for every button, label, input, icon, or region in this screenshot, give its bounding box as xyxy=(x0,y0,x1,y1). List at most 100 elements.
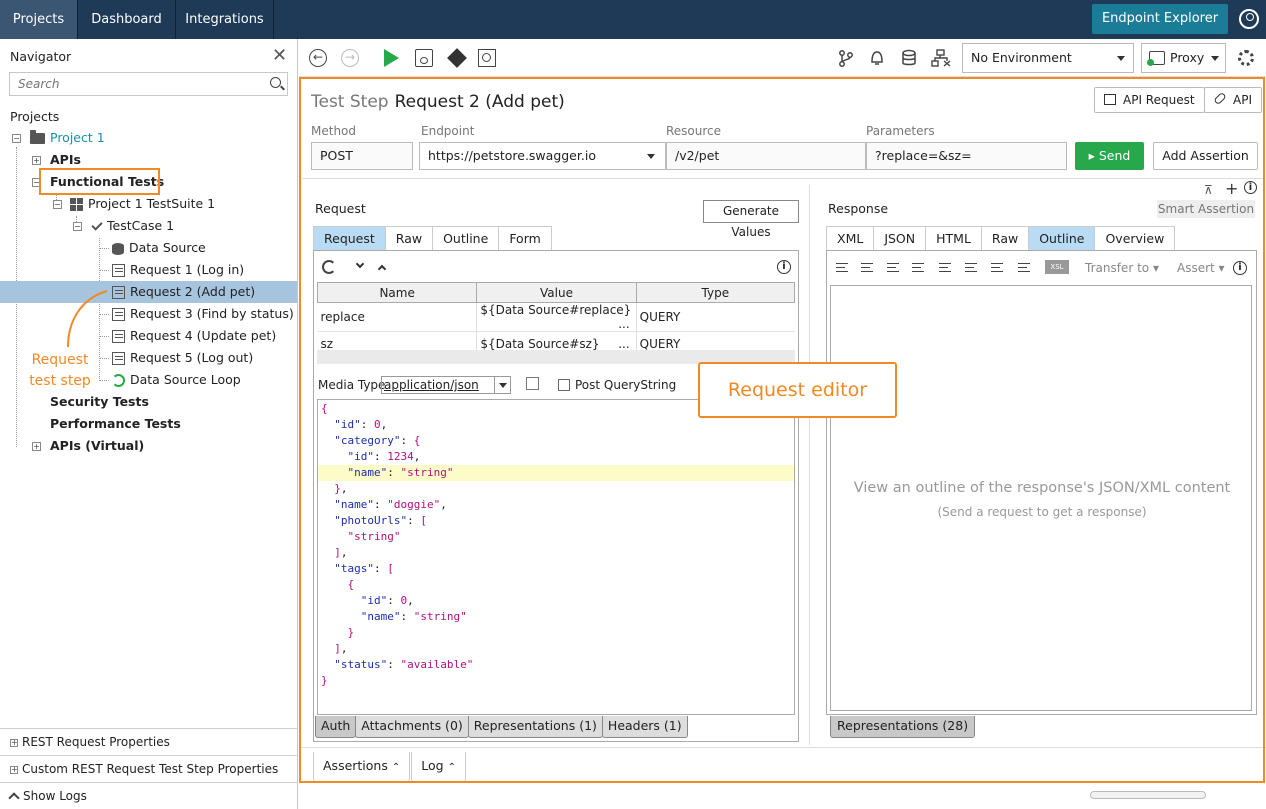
tree-item-request-1[interactable]: Request 1 (Log in) xyxy=(112,259,244,281)
tree-item-data-source-loop[interactable]: Data Source Loop xyxy=(112,369,241,391)
user-circle-icon[interactable] xyxy=(1239,9,1259,29)
tab-attachments[interactable]: Attachments (0) xyxy=(355,716,469,738)
generate-values-button[interactable]: Generate Values xyxy=(703,200,799,239)
api-button[interactable]: API xyxy=(1204,87,1262,113)
tab-outline[interactable]: Outline xyxy=(432,226,500,251)
diamond-icon[interactable] xyxy=(447,48,467,68)
tab-form[interactable]: Form xyxy=(498,226,552,251)
horizontal-scrollbar[interactable] xyxy=(1090,791,1206,799)
expand-apis-virtual-toggle[interactable]: + xyxy=(32,442,41,451)
media-type-select[interactable]: application/json xyxy=(381,376,511,394)
endpoint-explorer-button[interactable]: Endpoint Explorer xyxy=(1092,4,1228,34)
tab-raw[interactable]: Raw xyxy=(980,226,1030,251)
rest-request-properties-toggle[interactable]: + REST Request Properties xyxy=(0,728,298,754)
response-tabs: XML JSON HTML Raw Outline Overview xyxy=(826,226,1176,251)
expand-icon: + xyxy=(10,737,18,747)
smart-assertion-button[interactable]: Smart Assertion xyxy=(1157,200,1255,218)
post-querystring-checkbox[interactable] xyxy=(558,379,570,391)
align-right-icon[interactable] xyxy=(887,263,899,273)
param-type[interactable]: QUERY xyxy=(635,302,795,332)
request-body-editor[interactable]: { "id": 0, "category": { "id": 1234, "na… xyxy=(317,399,795,715)
indent-up-icon[interactable] xyxy=(965,263,977,273)
expand-all-icon[interactable] xyxy=(1018,263,1030,273)
forward-icon[interactable]: → xyxy=(341,49,359,67)
bell-icon[interactable] xyxy=(868,49,886,67)
tree-item-security-tests[interactable]: Security Tests xyxy=(50,391,149,413)
filter-icon[interactable]: ⊼ xyxy=(1204,183,1213,197)
collapse-testsuite-toggle[interactable]: − xyxy=(53,200,62,209)
resource-field[interactable]: /v2/pet xyxy=(666,142,866,170)
expand-apis-toggle[interactable]: + xyxy=(32,156,41,165)
indent-down-icon[interactable] xyxy=(939,263,951,273)
branch-icon[interactable] xyxy=(837,49,855,67)
tab-log[interactable]: Log ⌃ xyxy=(411,752,466,782)
tree-item-apis-virtual[interactable]: APIs (Virtual) xyxy=(50,435,144,457)
tree-item-testcase[interactable]: TestCase 1 xyxy=(91,215,174,237)
tab-representations[interactable]: Representations (1) xyxy=(467,716,603,738)
database-icon[interactable] xyxy=(900,49,918,67)
search-input[interactable] xyxy=(10,73,250,95)
tree-item-data-source[interactable]: Data Source xyxy=(112,237,206,259)
close-icon[interactable]: ✕ xyxy=(272,45,287,66)
info-icon[interactable]: i xyxy=(1244,181,1257,194)
network-icon[interactable] xyxy=(931,49,951,67)
align-center-icon[interactable] xyxy=(861,263,873,273)
tab-representations[interactable]: Representations (28) xyxy=(830,716,976,738)
param-name[interactable]: replace xyxy=(317,302,477,332)
method-field[interactable]: POST xyxy=(311,142,413,170)
collapse-testcase-toggle[interactable]: − xyxy=(73,222,82,231)
run-icon[interactable] xyxy=(384,49,399,67)
expand-icon[interactable] xyxy=(526,377,539,390)
tab-raw[interactable]: Raw xyxy=(384,226,434,251)
checkmark-icon xyxy=(91,218,103,231)
tree-item-request-3[interactable]: Request 3 (Find by status) xyxy=(112,303,294,325)
tab-outline[interactable]: Outline xyxy=(1028,226,1096,251)
tab-dashboard[interactable]: Dashboard xyxy=(78,0,176,39)
transfer-to-menu[interactable]: Transfer to ▾ xyxy=(1085,261,1159,275)
endpoint-field[interactable]: https://petstore.swagger.io xyxy=(419,142,666,170)
tree-item-project[interactable]: Project 1 xyxy=(30,127,105,149)
save-icon[interactable] xyxy=(415,49,433,67)
tab-auth[interactable]: Auth xyxy=(315,716,357,738)
tab-json[interactable]: JSON xyxy=(873,226,927,251)
api-request-button[interactable]: API Request xyxy=(1094,87,1205,113)
collapse-icon[interactable] xyxy=(991,263,1003,273)
tree-item-request-5[interactable]: Request 5 (Log out) xyxy=(112,347,253,369)
custom-properties-toggle[interactable]: + Custom REST Request Test Step Propertie… xyxy=(0,755,298,781)
proxy-select[interactable]: Proxy xyxy=(1141,43,1226,73)
param-value[interactable]: ${Data Source#replace}... xyxy=(476,302,637,332)
tab-assertions[interactable]: Assertions ⌃ xyxy=(313,752,411,782)
param-more-button[interactable]: ... xyxy=(618,317,629,331)
tab-integrations[interactable]: Integrations xyxy=(176,0,274,39)
search-icon[interactable] xyxy=(270,77,281,88)
add-assertion-button[interactable]: Add Assertion xyxy=(1153,142,1258,170)
tab-projects[interactable]: Projects xyxy=(0,0,78,39)
tree-item-request-4[interactable]: Request 4 (Update pet) xyxy=(112,325,276,347)
assert-menu[interactable]: Assert ▾ xyxy=(1177,261,1225,275)
collapse-project-toggle[interactable]: − xyxy=(12,134,21,143)
back-icon[interactable]: ← xyxy=(309,49,327,67)
info-icon[interactable]: i xyxy=(1233,261,1247,275)
table-row[interactable]: replace ${Data Source#replace}... QUERY xyxy=(317,302,795,332)
inspect-icon[interactable] xyxy=(478,49,496,67)
refresh-icon[interactable] xyxy=(322,260,336,274)
tree-item-testsuite[interactable]: Project 1 TestSuite 1 xyxy=(70,193,215,215)
align-left-icon[interactable] xyxy=(836,263,848,273)
gear-icon[interactable] xyxy=(1238,50,1254,66)
tab-html[interactable]: HTML xyxy=(925,226,982,251)
tree-item-performance-tests[interactable]: Performance Tests xyxy=(50,413,181,435)
tab-request[interactable]: Request xyxy=(313,226,386,251)
xsl-icon[interactable]: XSL xyxy=(1045,260,1069,274)
add-icon[interactable]: + xyxy=(1225,179,1238,198)
info-icon[interactable]: i xyxy=(777,260,791,274)
param-more-button[interactable]: ... xyxy=(618,337,629,351)
align-justify-icon[interactable] xyxy=(912,263,924,273)
tree-item-request-2[interactable]: Request 2 (Add pet) xyxy=(0,281,297,303)
tab-overview[interactable]: Overview xyxy=(1094,226,1176,251)
tab-xml[interactable]: XML xyxy=(826,226,875,251)
tab-headers[interactable]: Headers (1) xyxy=(601,716,688,738)
parameters-field[interactable]: ?replace=&sz= xyxy=(866,142,1067,170)
environment-select[interactable]: No Environment xyxy=(962,43,1134,73)
show-logs-toggle[interactable]: Show Logs xyxy=(0,782,298,808)
send-button[interactable]: ▸ Send xyxy=(1075,142,1144,170)
